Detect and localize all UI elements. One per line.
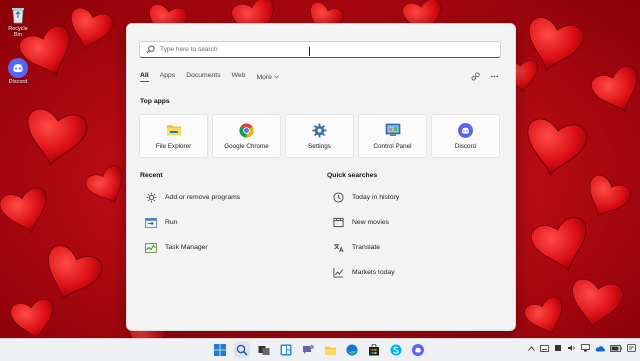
widgets-icon[interactable] xyxy=(278,342,294,358)
quick-searches-title: Quick searches xyxy=(327,172,378,179)
recent-item-add-remove-programs[interactable]: Add or remove programs xyxy=(145,185,240,210)
desktop-icon-label: Recycle Bin xyxy=(8,26,28,38)
desktop-icon-recycle-bin[interactable]: Recycle Bin xyxy=(4,5,32,38)
volume-icon[interactable] xyxy=(567,344,576,354)
app-tile-settings[interactable]: Settings xyxy=(285,114,354,158)
quick-searches-list: Today in history New movies Translate Ma… xyxy=(332,185,399,285)
keyboard-icon[interactable] xyxy=(540,344,549,354)
app-tile-file-explorer[interactable]: File Explorer xyxy=(139,114,208,158)
search-panel: All Apps Documents Web More Top apps Fil… xyxy=(126,23,516,331)
recent-item-task-manager[interactable]: Task Manager xyxy=(145,235,240,260)
store-icon[interactable] xyxy=(366,342,382,358)
search-icon xyxy=(146,45,155,56)
tray-app-icon[interactable] xyxy=(554,344,562,354)
quick-search-label: New movies xyxy=(352,219,390,226)
discord-icon xyxy=(458,122,474,138)
gear-icon xyxy=(312,122,328,138)
more-options-icon[interactable] xyxy=(490,72,499,83)
clock-icon xyxy=(332,192,344,204)
app-tile-google-chrome[interactable]: Google Chrome xyxy=(212,114,281,158)
app-tile-label: Discord xyxy=(454,143,477,150)
share-icon[interactable] xyxy=(471,72,480,83)
file-explorer-icon[interactable] xyxy=(322,342,338,358)
quick-search-label: Markets today xyxy=(352,269,395,276)
quick-search-new-movies[interactable]: New movies xyxy=(332,210,399,235)
gear-icon xyxy=(145,192,157,204)
recent-item-label: Add or remove programs xyxy=(165,194,241,201)
app-tile-discord[interactable]: Discord xyxy=(431,114,500,158)
chart-icon xyxy=(332,267,344,279)
search-filter-tabs: All Apps Documents Web More xyxy=(140,72,279,82)
chrome-icon xyxy=(239,122,255,138)
recent-title: Recent xyxy=(140,172,163,179)
control-panel-icon xyxy=(385,122,401,138)
skype-icon[interactable] xyxy=(388,342,404,358)
app-tile-control-panel[interactable]: Control Panel xyxy=(358,114,427,158)
recent-item-label: Task Manager xyxy=(165,244,208,251)
recycle-bin-icon xyxy=(8,5,28,25)
notifications-icon[interactable] xyxy=(627,344,636,354)
app-tile-label: Control Panel xyxy=(373,143,412,150)
tab-web[interactable]: Web xyxy=(232,72,246,82)
recent-list: Add or remove programs Run Task Manager xyxy=(145,185,240,260)
chevron-down-icon xyxy=(274,75,279,79)
folder-icon xyxy=(166,122,182,138)
search-icon[interactable] xyxy=(234,342,250,358)
discord-icon[interactable] xyxy=(410,342,426,358)
translate-icon xyxy=(332,242,344,254)
desktop-icon-label: Discord xyxy=(8,79,28,85)
recent-item-run[interactable]: Run xyxy=(145,210,240,235)
task-manager-icon xyxy=(145,242,157,254)
tab-apps[interactable]: Apps xyxy=(160,72,176,82)
tab-all[interactable]: All xyxy=(140,72,149,82)
discord-icon xyxy=(8,58,28,78)
run-icon xyxy=(145,217,157,229)
desktop-icon-discord[interactable]: Discord xyxy=(4,58,32,85)
windows-start-icon[interactable] xyxy=(212,342,228,358)
system-tray xyxy=(528,344,636,354)
battery-icon[interactable] xyxy=(610,344,622,354)
app-tile-label: File Explorer xyxy=(155,143,192,150)
taskbar-apps xyxy=(212,342,426,358)
quick-search-label: Translate xyxy=(352,244,381,251)
tab-documents[interactable]: Documents xyxy=(186,72,220,82)
quick-search-label: Today in history xyxy=(352,194,400,201)
chevron-up-icon[interactable] xyxy=(528,345,535,353)
onedrive-icon[interactable] xyxy=(595,345,605,354)
edge-icon[interactable] xyxy=(344,342,360,358)
text-cursor xyxy=(309,47,310,56)
top-apps-title: Top apps xyxy=(140,98,170,105)
chat-icon[interactable] xyxy=(300,342,316,358)
recent-item-label: Run xyxy=(165,219,178,226)
search-input[interactable] xyxy=(160,43,480,56)
app-tile-label: Settings xyxy=(308,143,331,150)
taskbar xyxy=(0,338,640,361)
tab-more-label: More xyxy=(256,73,272,81)
search-box[interactable] xyxy=(139,41,501,58)
quick-search-markets-today[interactable]: Markets today xyxy=(332,260,399,285)
search-tools xyxy=(471,72,499,83)
quick-search-today-in-history[interactable]: Today in history xyxy=(332,185,399,210)
tab-more[interactable]: More xyxy=(256,72,279,82)
quick-search-translate[interactable]: Translate xyxy=(332,235,399,260)
app-tile-label: Google Chrome xyxy=(224,143,269,150)
task-view-icon[interactable] xyxy=(256,342,272,358)
top-apps-grid: File Explorer Google Chrome Settings Con… xyxy=(139,114,500,158)
network-icon[interactable] xyxy=(581,344,590,354)
movie-icon xyxy=(332,217,344,229)
